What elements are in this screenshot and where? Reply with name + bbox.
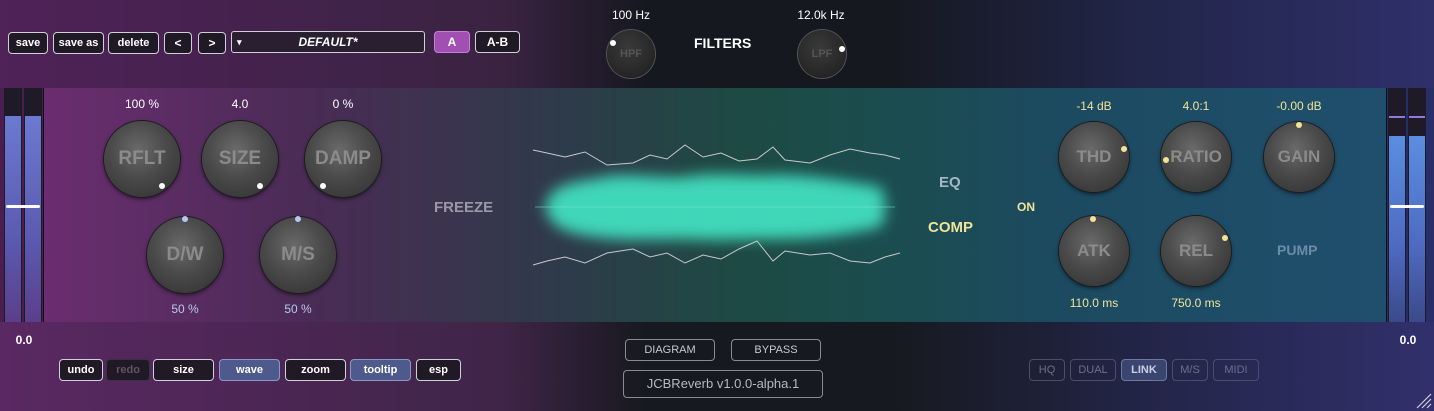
ratio-knob-label: RATIO [1170,147,1222,166]
bypass-button[interactable]: BYPASS [731,339,821,361]
filters-title: FILTERS [694,35,752,51]
size-value: 4.0 [231,97,249,111]
threshold-knob-label: THD [1076,147,1112,166]
dry-wet-value: 50 % [171,302,199,316]
prev-preset-button[interactable]: < [164,32,192,54]
gain-value: -0.00 dB [1276,99,1322,113]
size-knob[interactable]: SIZE [202,121,278,197]
ratio-value: 4.0:1 [1182,99,1210,113]
hpf-value: 100 Hz [611,8,651,22]
waveform-display[interactable] [525,135,905,275]
gain-knob[interactable]: GAIN [1264,122,1334,192]
reflt-value: 100 % [124,97,160,111]
damp-knob-label: DAMP [315,148,371,169]
damp-knob-indicator [320,183,326,189]
pump-toggle[interactable]: PUMP [1277,242,1317,258]
lpf-value: 12.0k Hz [797,8,845,22]
damp-knob[interactable]: DAMP [305,121,381,197]
input-gain-slider-thumb[interactable] [6,205,40,208]
midi-toggle[interactable]: MIDI [1213,359,1259,381]
size-knob-label: SIZE [218,148,262,169]
esp-button[interactable]: esp [416,359,461,381]
reflt-knob-label: RFLT [118,148,166,169]
mid-side-value: 50 % [284,302,312,316]
mid-side-knob-label: M/S [281,244,315,265]
threshold-knob-indicator [1121,146,1127,152]
preset-name: DEFAULT* [298,35,358,49]
threshold-knob[interactable]: THD [1059,122,1129,192]
hpf-knob-label: HPF [620,48,642,60]
attack-knob[interactable]: ATK [1059,216,1129,286]
attack-knob-label: ATK [1077,241,1111,260]
release-knob-indicator [1222,235,1228,241]
waveform-upper-envelope [532,144,901,166]
right-divider [1386,88,1387,322]
lpf-knob-indicator [839,46,845,52]
reflt-knob-indicator [159,183,165,189]
zoom-button[interactable]: zoom [285,359,346,381]
mid-side-mode-toggle[interactable]: M/S [1172,359,1208,381]
diagram-button[interactable]: DIAGRAM [625,339,715,361]
ab-slot-a-button[interactable]: A [434,31,470,53]
save-button[interactable]: save [8,32,48,54]
mid-side-knob[interactable]: M/S [260,216,336,293]
link-toggle[interactable]: LINK [1121,359,1167,381]
ratio-knob-indicator [1163,157,1169,163]
version-label: JCBReverb v1.0.0-alpha.1 [623,370,823,398]
threshold-value: -14 dB [1076,99,1112,113]
plugin-window: 0.0 0.0 save save as delete < > ▾ DEFAUL… [0,0,1434,411]
output-level-readout: 0.0 [1399,333,1417,347]
hq-toggle[interactable]: HQ [1029,359,1065,381]
hpf-knob-indicator [610,40,616,46]
lpf-knob[interactable]: LPF [798,30,846,78]
dry-wet-knob-indicator [182,216,188,222]
gain-knob-indicator [1296,122,1302,128]
eq-tab[interactable]: EQ [939,174,961,191]
wave-button[interactable]: wave [219,359,280,381]
next-preset-button[interactable]: > [198,32,226,54]
save-as-button[interactable]: save as [53,32,104,54]
release-knob[interactable]: REL [1161,216,1231,286]
comp-tab[interactable]: COMP [928,219,973,236]
damp-value: 0 % [332,97,354,111]
dry-wet-knob-label: D/W [166,244,204,265]
redo-button[interactable]: redo [106,359,150,381]
release-knob-label: REL [1179,241,1213,260]
left-divider [43,88,44,322]
ab-compare-button[interactable]: A-B [475,31,520,53]
mid-side-knob-indicator [295,216,301,222]
size-button[interactable]: size [153,359,214,381]
freeze-toggle[interactable]: FREEZE [434,199,493,216]
output-gain-slider-thumb[interactable] [1390,205,1424,208]
comp-on-toggle[interactable]: ON [1017,200,1035,214]
reflt-knob[interactable]: RFLT [104,121,180,197]
preset-dropdown[interactable]: ▾ DEFAULT* [231,31,425,53]
undo-button[interactable]: undo [59,359,103,381]
hpf-knob[interactable]: HPF [607,30,655,78]
tooltip-button[interactable]: tooltip [350,359,411,381]
release-value: 750.0 ms [1171,296,1221,310]
ratio-knob[interactable]: RATIO [1161,122,1231,192]
dry-wet-knob[interactable]: D/W [147,216,223,293]
dual-toggle[interactable]: DUAL [1070,359,1116,381]
attack-value: 110.0 ms [1069,296,1119,310]
waveform-lower-envelope [532,240,901,266]
delete-button[interactable]: delete [108,32,159,54]
size-knob-indicator [257,183,263,189]
resize-grip-icon[interactable] [1414,391,1432,409]
gain-knob-label: GAIN [1277,147,1321,166]
attack-knob-indicator [1090,216,1096,222]
input-level-readout: 0.0 [15,333,33,347]
